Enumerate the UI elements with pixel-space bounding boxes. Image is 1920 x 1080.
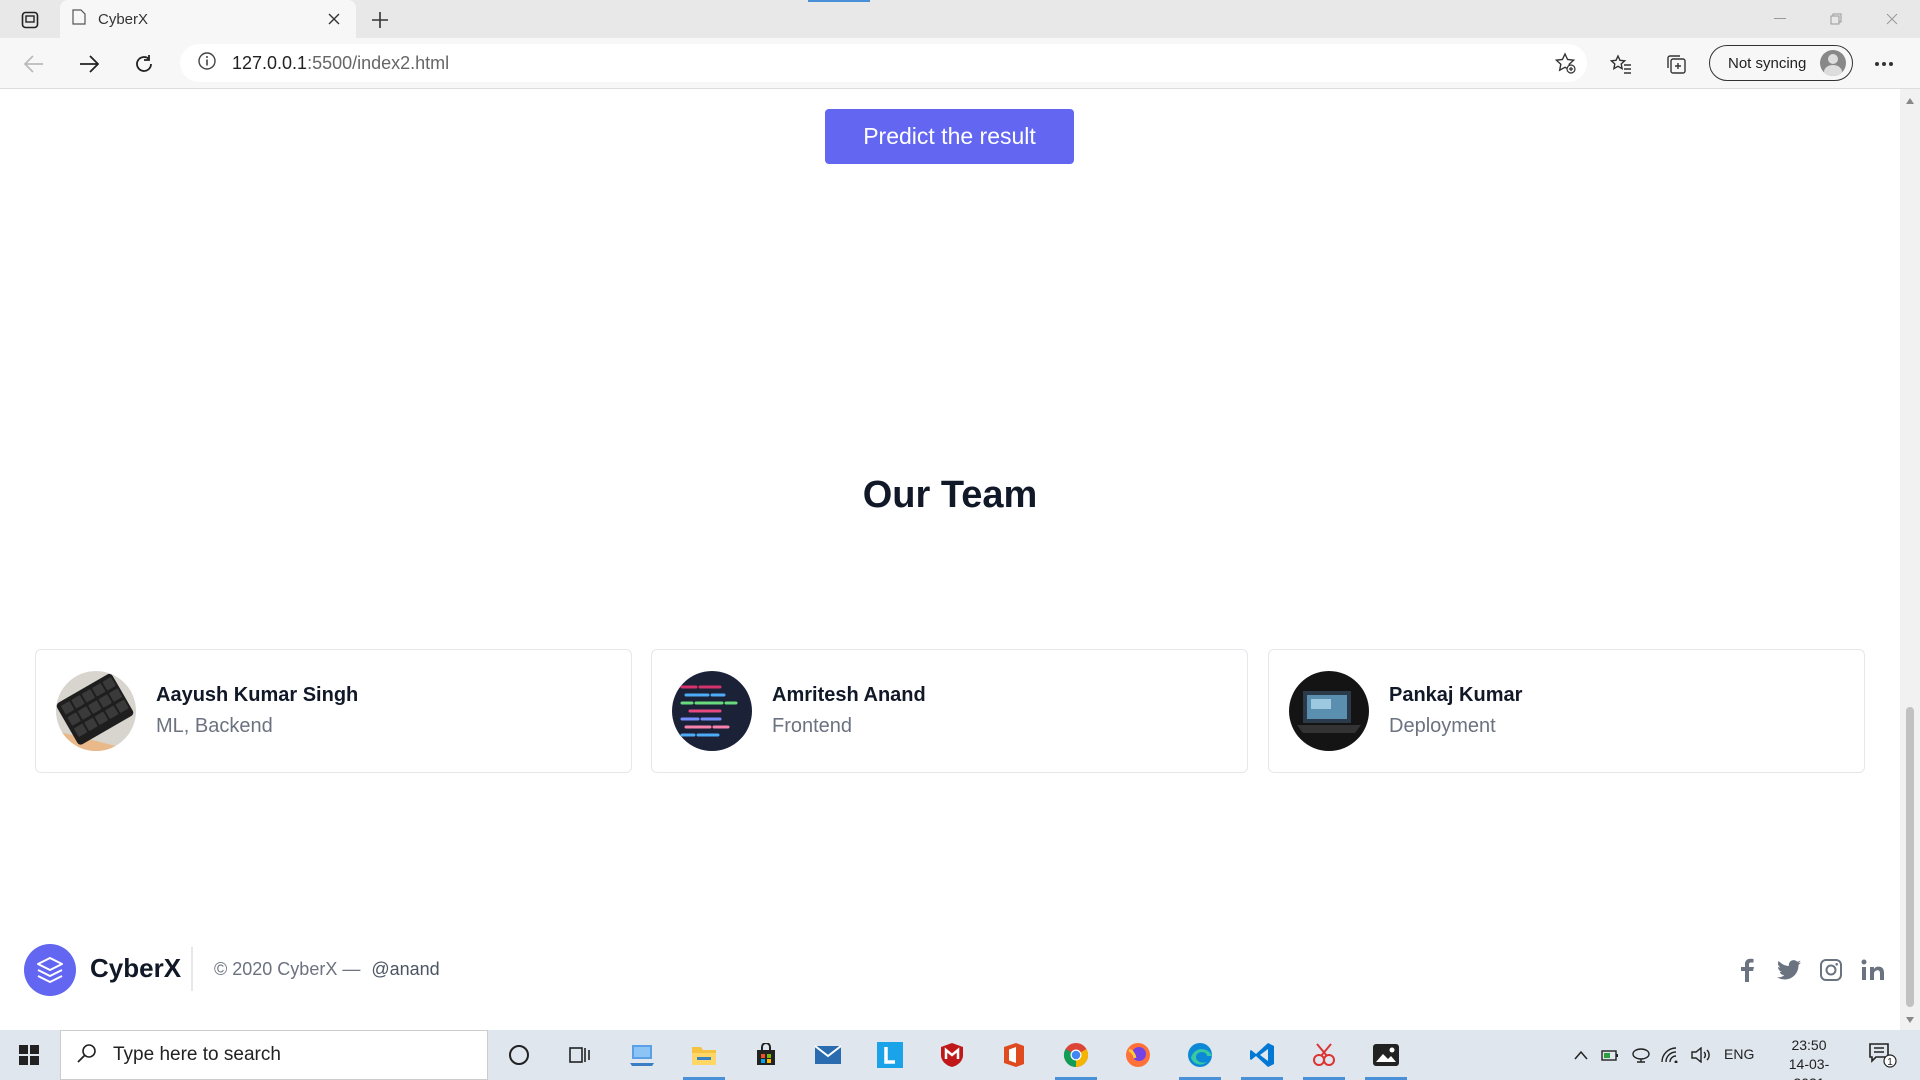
search-placeholder: Type here to search (113, 1044, 281, 1065)
store-icon[interactable] (739, 1030, 793, 1080)
task-view-icon[interactable] (553, 1030, 607, 1080)
clock-time: 23:50 (1791, 1037, 1827, 1053)
close-window-icon[interactable] (1864, 0, 1920, 38)
member-avatar-keyboard (56, 671, 136, 751)
facebook-icon[interactable] (1734, 957, 1760, 983)
profile-avatar-icon (1820, 50, 1846, 76)
mcafee-icon[interactable] (925, 1030, 979, 1080)
windows-taskbar: Type here to search ENG 23:50 14-03- 1 (0, 1030, 1920, 1080)
vscode-icon[interactable] (1235, 1030, 1289, 1080)
copyright-label: © 2020 CyberX — (214, 959, 361, 979)
member-name: Pankaj Kumar (1389, 684, 1523, 706)
brand-name[interactable]: CyberX (90, 953, 181, 984)
taskbar-search-input[interactable]: Type here to search (60, 1030, 488, 1080)
edge-icon[interactable] (1173, 1030, 1227, 1080)
member-avatar-laptop (1289, 671, 1369, 751)
url-host: 127.0.0.1 (232, 52, 308, 73)
photos-app-icon[interactable] (1359, 1030, 1413, 1080)
battery-icon[interactable] (1600, 1044, 1622, 1066)
social-links (1734, 957, 1886, 983)
close-tab-icon[interactable] (324, 9, 344, 29)
profile-sync-button[interactable]: Not syncing (1709, 45, 1853, 81)
mail-icon[interactable] (801, 1030, 855, 1080)
scroll-up-arrow-icon[interactable] (1900, 93, 1920, 109)
firefox-icon[interactable] (1111, 1030, 1165, 1080)
member-avatar-code (672, 671, 752, 751)
member-name: Aayush Kumar Singh (156, 684, 359, 706)
wifi-icon[interactable] (1660, 1044, 1682, 1066)
add-favorite-icon[interactable] (1553, 51, 1577, 75)
volume-icon[interactable] (1690, 1044, 1712, 1066)
twitter-icon[interactable] (1776, 957, 1802, 983)
favorites-icon[interactable] (1607, 50, 1635, 78)
sync-label: Not syncing (1728, 54, 1807, 72)
page-icon (72, 8, 86, 30)
collections-icon[interactable] (1662, 50, 1690, 78)
clock[interactable]: 23:50 14-03-2021 (1774, 1036, 1844, 1080)
member-name: Amritesh Anand (772, 684, 926, 706)
cortana-icon[interactable] (492, 1030, 546, 1080)
clock-date: 14-03-2021 (1788, 1056, 1830, 1080)
refresh-icon[interactable] (128, 48, 160, 80)
network-drive-icon[interactable] (1630, 1044, 1652, 1066)
more-options-icon[interactable] (1870, 50, 1898, 78)
l-app-icon[interactable] (863, 1030, 917, 1080)
window-controls (1752, 0, 1920, 38)
tab-title: CyberX (98, 10, 149, 28)
author-link[interactable]: @anand (371, 959, 439, 979)
member-role: ML, Backend (156, 715, 273, 737)
scroll-down-arrow-icon[interactable] (1900, 1012, 1920, 1028)
chrome-icon[interactable] (1049, 1030, 1103, 1080)
team-member-card: Aayush Kumar Singh ML, Backend (35, 649, 632, 773)
back-arrow-icon[interactable] (18, 48, 50, 80)
team-member-card: Amritesh Anand Frontend (651, 649, 1248, 773)
notification-count: 1 (1887, 1057, 1893, 1068)
linkedin-icon[interactable] (1860, 957, 1886, 983)
team-member-card: Pankaj Kumar Deployment (1268, 649, 1865, 773)
browser-tab[interactable]: CyberX (60, 0, 356, 38)
address-bar[interactable]: 127.0.0.1:5500/index2.html (180, 44, 1587, 82)
snipping-tool-icon[interactable] (1297, 1030, 1351, 1080)
browser-toolbar: 127.0.0.1:5500/index2.html Not syncing (0, 38, 1920, 89)
info-icon[interactable] (198, 51, 216, 75)
predict-button[interactable]: Predict the result (825, 109, 1074, 164)
page-viewport: Predict the result Our Team Aayush Kumar… (0, 89, 1900, 1030)
member-role: Deployment (1389, 715, 1496, 737)
url-text: 127.0.0.1:5500/index2.html (232, 53, 449, 74)
search-icon (77, 1043, 97, 1068)
language-indicator[interactable]: ENG (1724, 1046, 1754, 1062)
team-section-title: Our Team (862, 474, 1038, 516)
minimize-icon[interactable] (1752, 0, 1808, 38)
office-icon[interactable] (987, 1030, 1041, 1080)
page-footer: CyberX © 2020 CyberX — @anand (0, 939, 1900, 1030)
show-hidden-icons-icon[interactable] (1570, 1044, 1592, 1066)
forward-arrow-icon[interactable] (73, 48, 105, 80)
file-explorer-icon[interactable] (677, 1030, 731, 1080)
page-scrollbar[interactable] (1900, 89, 1920, 1030)
copyright-text: © 2020 CyberX — @anand (214, 959, 440, 980)
url-path: :5500/index2.html (307, 52, 450, 73)
member-role: Frontend (772, 715, 853, 737)
tab-actions-icon[interactable] (14, 8, 46, 32)
tab-drag-indicator (808, 0, 870, 2)
restore-icon[interactable] (1808, 0, 1864, 38)
computer-app-icon[interactable] (615, 1030, 669, 1080)
windows-start-icon[interactable] (0, 1030, 58, 1080)
browser-tab-bar: CyberX (0, 0, 1920, 38)
instagram-icon[interactable] (1818, 957, 1844, 983)
footer-divider (191, 947, 193, 991)
new-tab-icon[interactable] (366, 6, 394, 34)
action-center-icon[interactable]: 1 (1868, 1042, 1898, 1068)
scrollbar-thumb[interactable] (1906, 707, 1914, 1007)
layers-logo-icon[interactable] (24, 944, 76, 996)
